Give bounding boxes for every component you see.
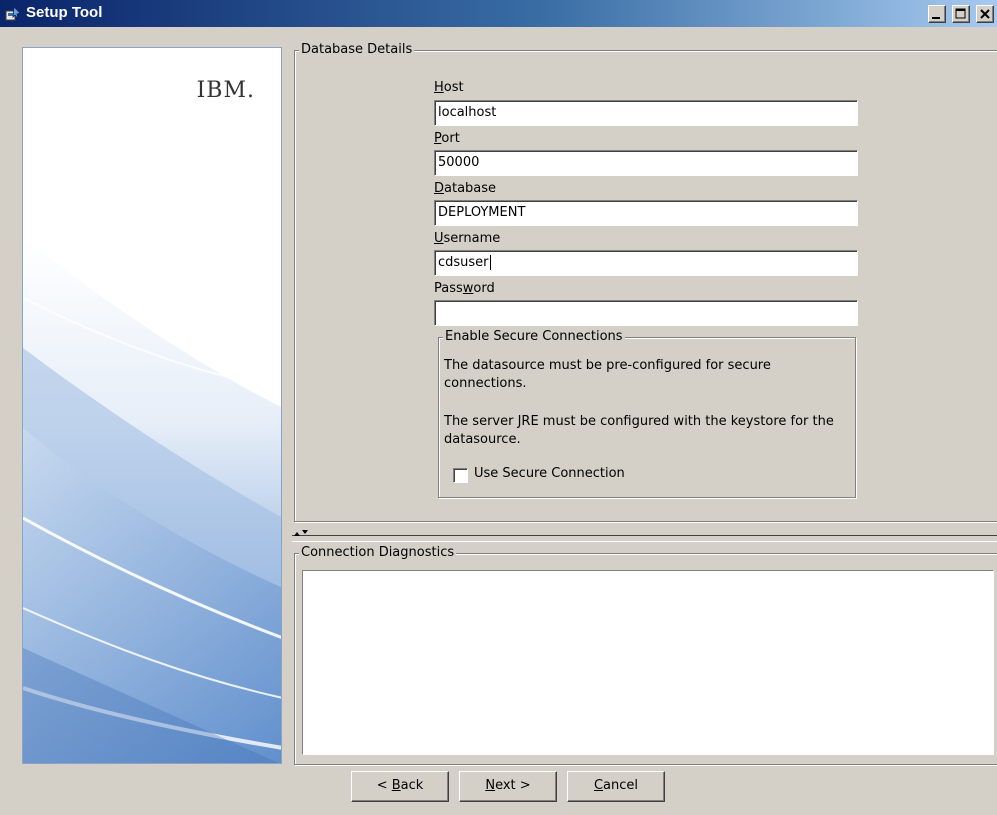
back-button-mnemonic: B — [391, 778, 401, 793]
splitter-arrows-icon[interactable] — [292, 529, 310, 537]
port-field[interactable]: 50000 — [434, 150, 858, 176]
close-icon — [980, 9, 990, 19]
secure-info-text-2: The server JRE must be configured with t… — [444, 414, 834, 447]
ibm-logo: IBM. — [196, 78, 255, 103]
cancel-button[interactable]: Cancel — [567, 771, 665, 802]
database-details-legend: Database Details — [299, 42, 415, 57]
port-label: Port — [434, 131, 460, 146]
host-field[interactable]: localhost — [434, 100, 858, 126]
setup-tool-window: Setup Tool IBM. Database Details Host lo… — [0, 0, 997, 815]
database-field[interactable]: DEPLOYMENT — [434, 200, 858, 226]
password-field[interactable] — [434, 300, 858, 326]
use-secure-connection-label[interactable]: Use Secure Connection — [474, 466, 625, 481]
window-title: Setup Tool — [26, 4, 103, 21]
banner-swoosh-graphic — [23, 48, 281, 763]
database-label: Database — [434, 181, 497, 196]
maximize-button[interactable] — [951, 5, 970, 23]
next-button-rest: ext > — [495, 778, 531, 793]
minimize-button[interactable] — [927, 5, 946, 23]
text-caret — [489, 255, 491, 270]
pane-splitter[interactable] — [292, 535, 997, 542]
cancel-button-rest: ancel — [603, 778, 639, 793]
close-button[interactable] — [976, 5, 994, 23]
password-label-text: Password — [434, 281, 495, 296]
username-field[interactable]: cdsuser — [434, 250, 858, 276]
title-bar[interactable]: Setup Tool — [0, 0, 997, 27]
diagnostics-output[interactable] — [302, 570, 994, 755]
username-label: Username — [434, 231, 501, 246]
minimize-icon — [931, 17, 940, 19]
use-secure-connection-checkbox[interactable] — [453, 468, 468, 483]
side-banner: IBM. — [22, 47, 282, 764]
secure-connections-legend: Enable Secure Connections — [443, 329, 625, 344]
window-controls — [926, 5, 994, 23]
connection-diagnostics-legend: Connection Diagnostics — [299, 545, 457, 560]
back-button-prefix: < — [376, 778, 392, 793]
host-label: Host — [434, 80, 464, 95]
app-icon — [5, 6, 21, 21]
next-button[interactable]: Next > — [459, 771, 557, 802]
username-value: cdsuser — [438, 255, 489, 270]
secure-info-text-1: The datasource must be pre-configured fo… — [444, 358, 771, 391]
next-button-mnemonic: N — [485, 778, 496, 793]
password-label: Password — [434, 281, 495, 296]
back-button[interactable]: < Back — [351, 771, 449, 802]
cancel-button-mnemonic: C — [593, 778, 604, 793]
maximize-icon — [955, 8, 966, 19]
back-button-rest: ack — [400, 778, 424, 793]
